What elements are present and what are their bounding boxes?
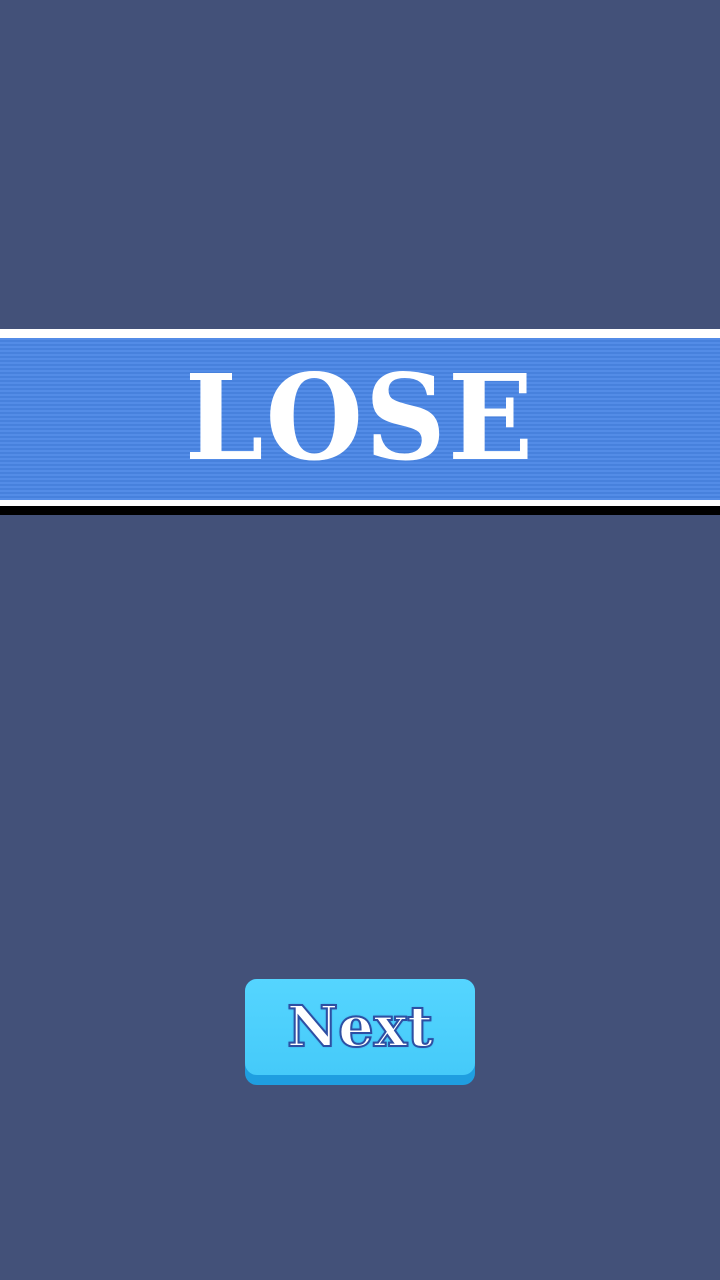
- game-over-screen: LOSE Next: [0, 0, 720, 1280]
- next-button[interactable]: Next: [245, 979, 475, 1085]
- result-title: LOSE: [184, 349, 536, 488]
- result-banner: LOSE: [0, 329, 720, 515]
- next-button-label[interactable]: Next: [245, 979, 475, 1075]
- banner-bottom-shadow: [0, 506, 720, 515]
